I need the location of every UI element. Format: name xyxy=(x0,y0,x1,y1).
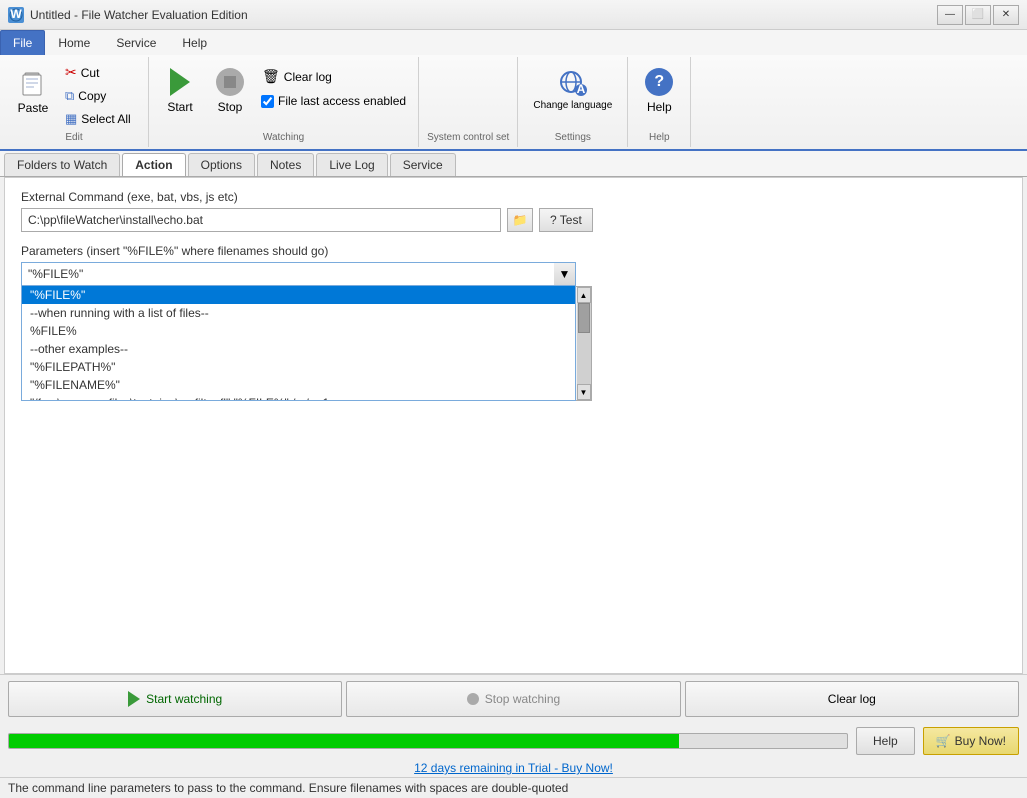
buy-icon: 🛒 xyxy=(936,734,951,748)
edit-small-buttons: ✂ Cut ⧉ Copy ▦ Select All xyxy=(60,61,140,130)
paste-icon xyxy=(17,67,49,99)
progress-bar xyxy=(8,733,848,749)
dropdown-item[interactable]: "%FILE%" xyxy=(22,286,575,304)
stop-icon xyxy=(214,66,246,98)
dropdown-item[interactable]: "%FILEPATH%" xyxy=(22,358,575,376)
select-icon: ▦ xyxy=(65,111,77,127)
ribbon-tab-help[interactable]: Help xyxy=(169,30,220,55)
status-bar: The command line parameters to pass to t… xyxy=(0,777,1027,798)
edit-group-label: Edit xyxy=(65,132,82,143)
dropdown-items-container: "%FILE%"--when running with a list of fi… xyxy=(21,286,576,401)
tab-folders-to-watch[interactable]: Folders to Watch xyxy=(4,153,120,176)
browse-icon: 📁 xyxy=(513,213,528,227)
tab-live-log[interactable]: Live Log xyxy=(316,153,387,176)
dropdown-item[interactable]: %FILE% xyxy=(22,322,575,340)
help-ribbon-button[interactable]: ? Help xyxy=(636,61,682,121)
tab-action[interactable]: Action xyxy=(122,153,185,176)
paste-label: Paste xyxy=(18,101,49,115)
external-command-row: 📁 ? Test xyxy=(21,208,1006,232)
change-language-icon: A xyxy=(557,66,589,98)
status-text: The command line parameters to pass to t… xyxy=(8,781,568,795)
title-bar: W Untitled - File Watcher Evaluation Edi… xyxy=(0,0,1027,30)
bottom-button-bar: Start watching Stop watching Clear log xyxy=(0,674,1027,723)
start-watching-icon xyxy=(128,691,140,707)
ribbon-tab-home[interactable]: Home xyxy=(45,30,103,55)
dropdown-item[interactable]: "/f=c:\program files\textpipe\myfilter.f… xyxy=(22,394,575,401)
dropdown-item[interactable]: "%FILENAME%" xyxy=(22,376,575,394)
dropdown-item[interactable]: --other examples-- xyxy=(22,340,575,358)
ribbon-tab-bar: File Home Service Help xyxy=(0,30,1027,55)
parameters-dropdown-list: "%FILE%"--when running with a list of fi… xyxy=(21,286,1006,401)
ribbon-tab-service[interactable]: Service xyxy=(103,30,169,55)
watching-group-label: Watching xyxy=(263,132,304,143)
start-watching-button[interactable]: Start watching xyxy=(8,681,342,717)
paste-button[interactable]: Paste xyxy=(8,61,58,121)
trial-link-row: 12 days remaining in Trial - Buy Now! xyxy=(0,759,1027,777)
cut-button[interactable]: ✂ Cut xyxy=(60,61,140,84)
copy-icon: ⧉ xyxy=(65,88,74,104)
content-tab-bar: Folders to Watch Action Options Notes Li… xyxy=(0,151,1027,177)
ribbon-group-watching: Start Stop 🗑 Clear log File last access … xyxy=(149,57,419,147)
buy-now-button[interactable]: 🛒 Buy Now! xyxy=(923,727,1019,755)
maximize-button[interactable]: ⬜ xyxy=(965,5,991,25)
scroll-up-button[interactable]: ▲ xyxy=(577,287,591,303)
command-input[interactable] xyxy=(21,208,501,232)
cut-icon: ✂ xyxy=(65,64,77,81)
tab-notes[interactable]: Notes xyxy=(257,153,314,176)
dropdown-scrollbar: ▲ ▼ xyxy=(576,286,592,401)
scroll-track xyxy=(577,303,591,384)
progress-bar-fill xyxy=(9,734,679,748)
test-button[interactable]: ? Test xyxy=(539,208,593,232)
parameters-combo: ▼ xyxy=(21,262,576,286)
close-button[interactable]: ✕ xyxy=(993,5,1019,25)
stop-button[interactable]: Stop xyxy=(207,61,253,121)
scroll-thumb[interactable] xyxy=(578,303,590,333)
ribbon-tab-file[interactable]: File xyxy=(0,30,45,55)
app-icon: W xyxy=(8,7,24,23)
app-title: Untitled - File Watcher Evaluation Editi… xyxy=(30,8,248,22)
ribbon-group-help: ? Help Help xyxy=(628,57,691,147)
stop-watching-button[interactable]: Stop watching xyxy=(346,681,680,717)
minimize-button[interactable]: — xyxy=(937,5,963,25)
system-control-label: System control set xyxy=(427,132,509,143)
file-last-access-checkbox[interactable] xyxy=(261,95,274,108)
change-language-button[interactable]: A Change language xyxy=(526,61,619,121)
copy-button[interactable]: ⧉ Copy xyxy=(60,85,140,107)
external-command-label: External Command (exe, bat, vbs, js etc) xyxy=(21,190,1006,204)
help-group-label: Help xyxy=(649,132,670,143)
tab-service[interactable]: Service xyxy=(390,153,456,176)
settings-group-label: Settings xyxy=(555,132,591,143)
scroll-down-button[interactable]: ▼ xyxy=(577,384,591,400)
main-content: External Command (exe, bat, vbs, js etc)… xyxy=(4,177,1023,674)
parameters-input[interactable] xyxy=(21,262,576,286)
help-bottom-button[interactable]: Help xyxy=(856,727,915,755)
tab-options[interactable]: Options xyxy=(188,153,255,176)
ribbon: Paste ✂ Cut ⧉ Copy ▦ Select All Edit xyxy=(0,55,1027,151)
help-icon: ? xyxy=(643,66,675,98)
svg-text:W: W xyxy=(10,8,22,21)
ribbon-group-system-control: System control set xyxy=(419,57,518,147)
window-controls: — ⬜ ✕ xyxy=(937,5,1019,25)
browse-button[interactable]: 📁 xyxy=(507,208,533,232)
stop-watching-icon xyxy=(467,693,479,705)
progress-area: Help 🛒 Buy Now! xyxy=(0,723,1027,759)
combo-dropdown-button[interactable]: ▼ xyxy=(554,262,576,286)
select-all-button[interactable]: ▦ Select All xyxy=(60,108,140,130)
trial-link[interactable]: 12 days remaining in Trial - Buy Now! xyxy=(414,761,613,775)
clear-log-icon: 🗑 xyxy=(262,68,280,85)
parameters-label: Parameters (insert "%FILE%" where filena… xyxy=(21,244,1006,258)
start-icon xyxy=(164,66,196,98)
dropdown-item[interactable]: --when running with a list of files-- xyxy=(22,304,575,322)
file-last-access-row: File last access enabled xyxy=(257,92,410,110)
ribbon-group-edit: Paste ✂ Cut ⧉ Copy ▦ Select All Edit xyxy=(0,57,149,147)
clear-log-button[interactable]: Clear log xyxy=(685,681,1019,717)
clear-log-ribbon-button[interactable]: 🗑 Clear log xyxy=(257,65,410,88)
svg-text:A: A xyxy=(576,82,585,96)
ribbon-group-settings: A Change language Settings xyxy=(518,57,628,147)
start-button[interactable]: Start xyxy=(157,61,203,121)
